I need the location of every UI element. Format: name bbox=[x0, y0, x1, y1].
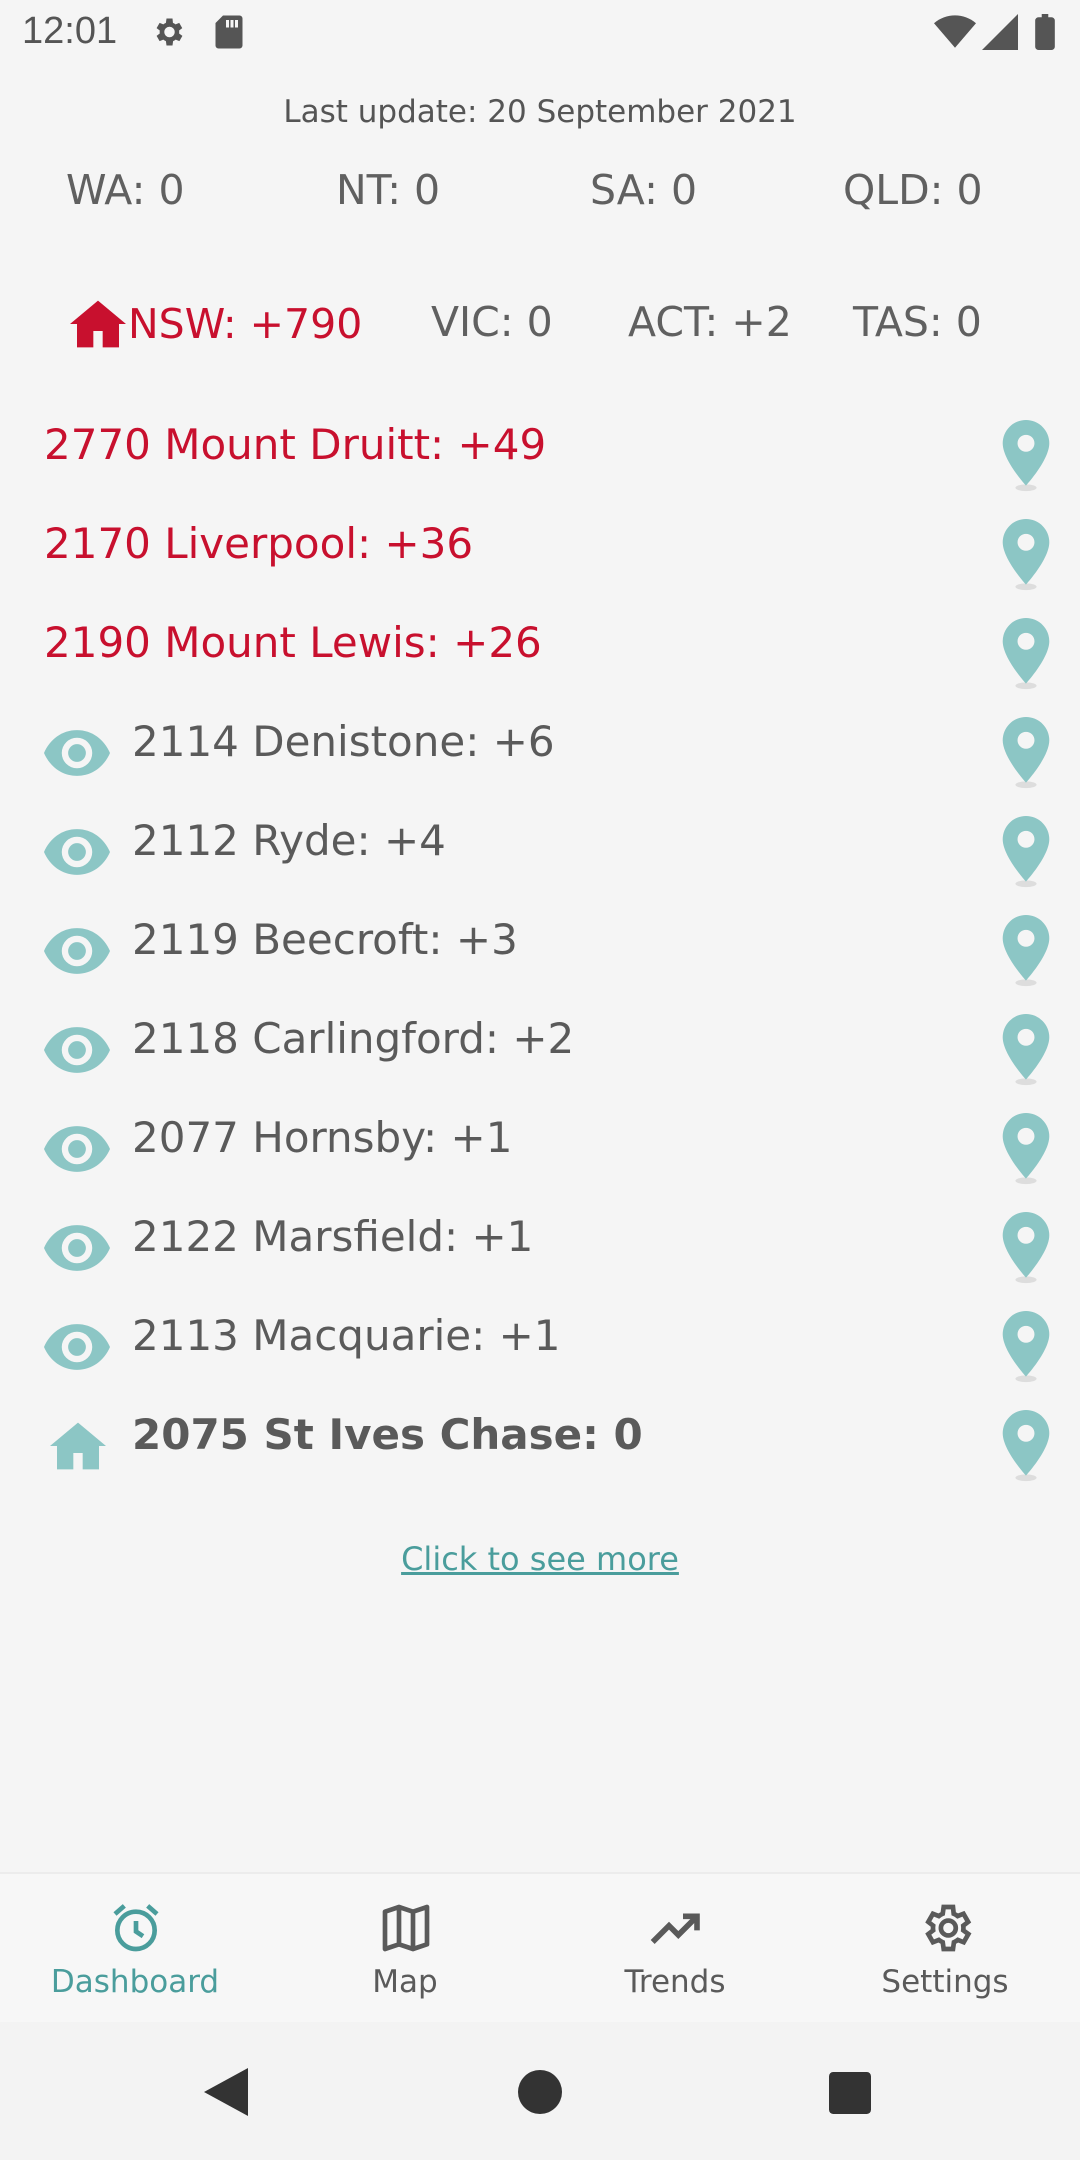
wifi-icon bbox=[934, 14, 976, 54]
status-time: 12:01 bbox=[22, 10, 118, 52]
suburb-row[interactable]: 2112 Ryde: +4 bbox=[0, 812, 1080, 911]
map-pin-icon[interactable] bbox=[1000, 717, 1052, 789]
nav-dashboard[interactable]: Dashboard bbox=[0, 1874, 270, 2024]
state-sa[interactable]: SA: 0 bbox=[590, 166, 697, 214]
home-circle-icon[interactable] bbox=[518, 2070, 562, 2118]
suburb-row[interactable]: 2118 Carlingford: +2 bbox=[0, 1010, 1080, 1109]
system-navigation-bar bbox=[0, 2022, 1080, 2160]
suburb-row[interactable]: 2770 Mount Druitt: +49 bbox=[0, 416, 1080, 515]
map-pin-icon[interactable] bbox=[1000, 915, 1052, 987]
map-pin-icon[interactable] bbox=[1000, 618, 1052, 690]
eye-icon[interactable] bbox=[44, 727, 110, 779]
see-more-link[interactable]: Click to see more bbox=[0, 1540, 1080, 1578]
eye-icon[interactable] bbox=[44, 826, 110, 878]
suburb-label: 2114 Denistone: +6 bbox=[132, 717, 555, 766]
suburb-label: 2118 Carlingford: +2 bbox=[132, 1014, 575, 1063]
suburb-label: 2075 St Ives Chase: 0 bbox=[132, 1410, 643, 1459]
home-icon bbox=[70, 298, 126, 350]
state-act[interactable]: ACT: +2 bbox=[628, 298, 792, 346]
nav-trends[interactable]: Trends bbox=[540, 1874, 810, 2024]
suburb-row[interactable]: 2122 Marsfield: +1 bbox=[0, 1208, 1080, 1307]
home-icon[interactable] bbox=[50, 1420, 116, 1472]
suburb-label: 2170 Liverpool: +36 bbox=[44, 519, 474, 568]
suburb-label: 2190 Mount Lewis: +26 bbox=[44, 618, 542, 667]
trending-up-icon bbox=[648, 1900, 704, 1956]
eye-icon[interactable] bbox=[44, 1222, 110, 1274]
suburb-label: 2119 Beecroft: +3 bbox=[132, 915, 518, 964]
eye-icon[interactable] bbox=[44, 1321, 110, 1373]
recents-icon[interactable] bbox=[829, 2072, 871, 2118]
nav-map[interactable]: Map bbox=[270, 1874, 540, 2024]
battery-icon bbox=[1034, 14, 1056, 54]
state-nsw[interactable]: NSW: +790 bbox=[70, 298, 362, 350]
back-icon[interactable] bbox=[204, 2068, 248, 2120]
nav-settings[interactable]: Settings bbox=[810, 1874, 1080, 2024]
alarm-clock-icon bbox=[108, 1900, 164, 1956]
dashboard-screen: 12:01 Last update: 20 September 2021 WA:… bbox=[0, 0, 1080, 2160]
status-bar: 12:01 bbox=[0, 0, 1080, 66]
bottom-navigation: Dashboard Map Trends Settings bbox=[0, 1872, 1080, 2024]
sd-card-icon bbox=[212, 14, 246, 54]
map-pin-icon[interactable] bbox=[1000, 1311, 1052, 1383]
suburb-row[interactable]: 2190 Mount Lewis: +26 bbox=[0, 614, 1080, 713]
map-pin-icon[interactable] bbox=[1000, 420, 1052, 492]
state-tas[interactable]: TAS: 0 bbox=[853, 298, 982, 346]
suburb-label: 2770 Mount Druitt: +49 bbox=[44, 420, 547, 469]
map-pin-icon[interactable] bbox=[1000, 519, 1052, 591]
gear-icon bbox=[150, 14, 186, 54]
last-update-text: Last update: 20 September 2021 bbox=[283, 94, 797, 130]
state-wa[interactable]: WA: 0 bbox=[66, 166, 185, 214]
state-qld[interactable]: QLD: 0 bbox=[843, 166, 983, 214]
map-icon bbox=[378, 1900, 434, 1956]
suburb-row[interactable]: 2075 St Ives Chase: 0 bbox=[0, 1406, 1080, 1505]
suburb-label: 2077 Hornsby: +1 bbox=[132, 1113, 513, 1162]
eye-icon[interactable] bbox=[44, 1024, 110, 1076]
suburb-row[interactable]: 2113 Macquarie: +1 bbox=[0, 1307, 1080, 1406]
map-pin-icon[interactable] bbox=[1000, 1014, 1052, 1086]
map-pin-icon[interactable] bbox=[1000, 1410, 1052, 1482]
state-vic[interactable]: VIC: 0 bbox=[431, 298, 553, 346]
suburb-label: 2113 Macquarie: +1 bbox=[132, 1311, 561, 1360]
settings-gear-icon bbox=[918, 1900, 974, 1956]
map-pin-icon[interactable] bbox=[1000, 1113, 1052, 1185]
eye-icon[interactable] bbox=[44, 1123, 110, 1175]
state-nt[interactable]: NT: 0 bbox=[336, 166, 440, 214]
signal-icon bbox=[982, 14, 1018, 54]
eye-icon[interactable] bbox=[44, 925, 110, 977]
suburb-label: 2122 Marsfield: +1 bbox=[132, 1212, 534, 1261]
suburb-label: 2112 Ryde: +4 bbox=[132, 816, 446, 865]
map-pin-icon[interactable] bbox=[1000, 816, 1052, 888]
states-row-1: WA: 0 NT: 0 SA: 0 QLD: 0 bbox=[0, 166, 1080, 246]
suburb-row[interactable]: 2114 Denistone: +6 bbox=[0, 713, 1080, 812]
states-row-2: NSW: +790 VIC: 0 ACT: +2 TAS: 0 bbox=[0, 298, 1080, 378]
suburb-row[interactable]: 2119 Beecroft: +3 bbox=[0, 911, 1080, 1010]
suburb-row[interactable]: 2077 Hornsby: +1 bbox=[0, 1109, 1080, 1208]
map-pin-icon[interactable] bbox=[1000, 1212, 1052, 1284]
suburb-row[interactable]: 2170 Liverpool: +36 bbox=[0, 515, 1080, 614]
